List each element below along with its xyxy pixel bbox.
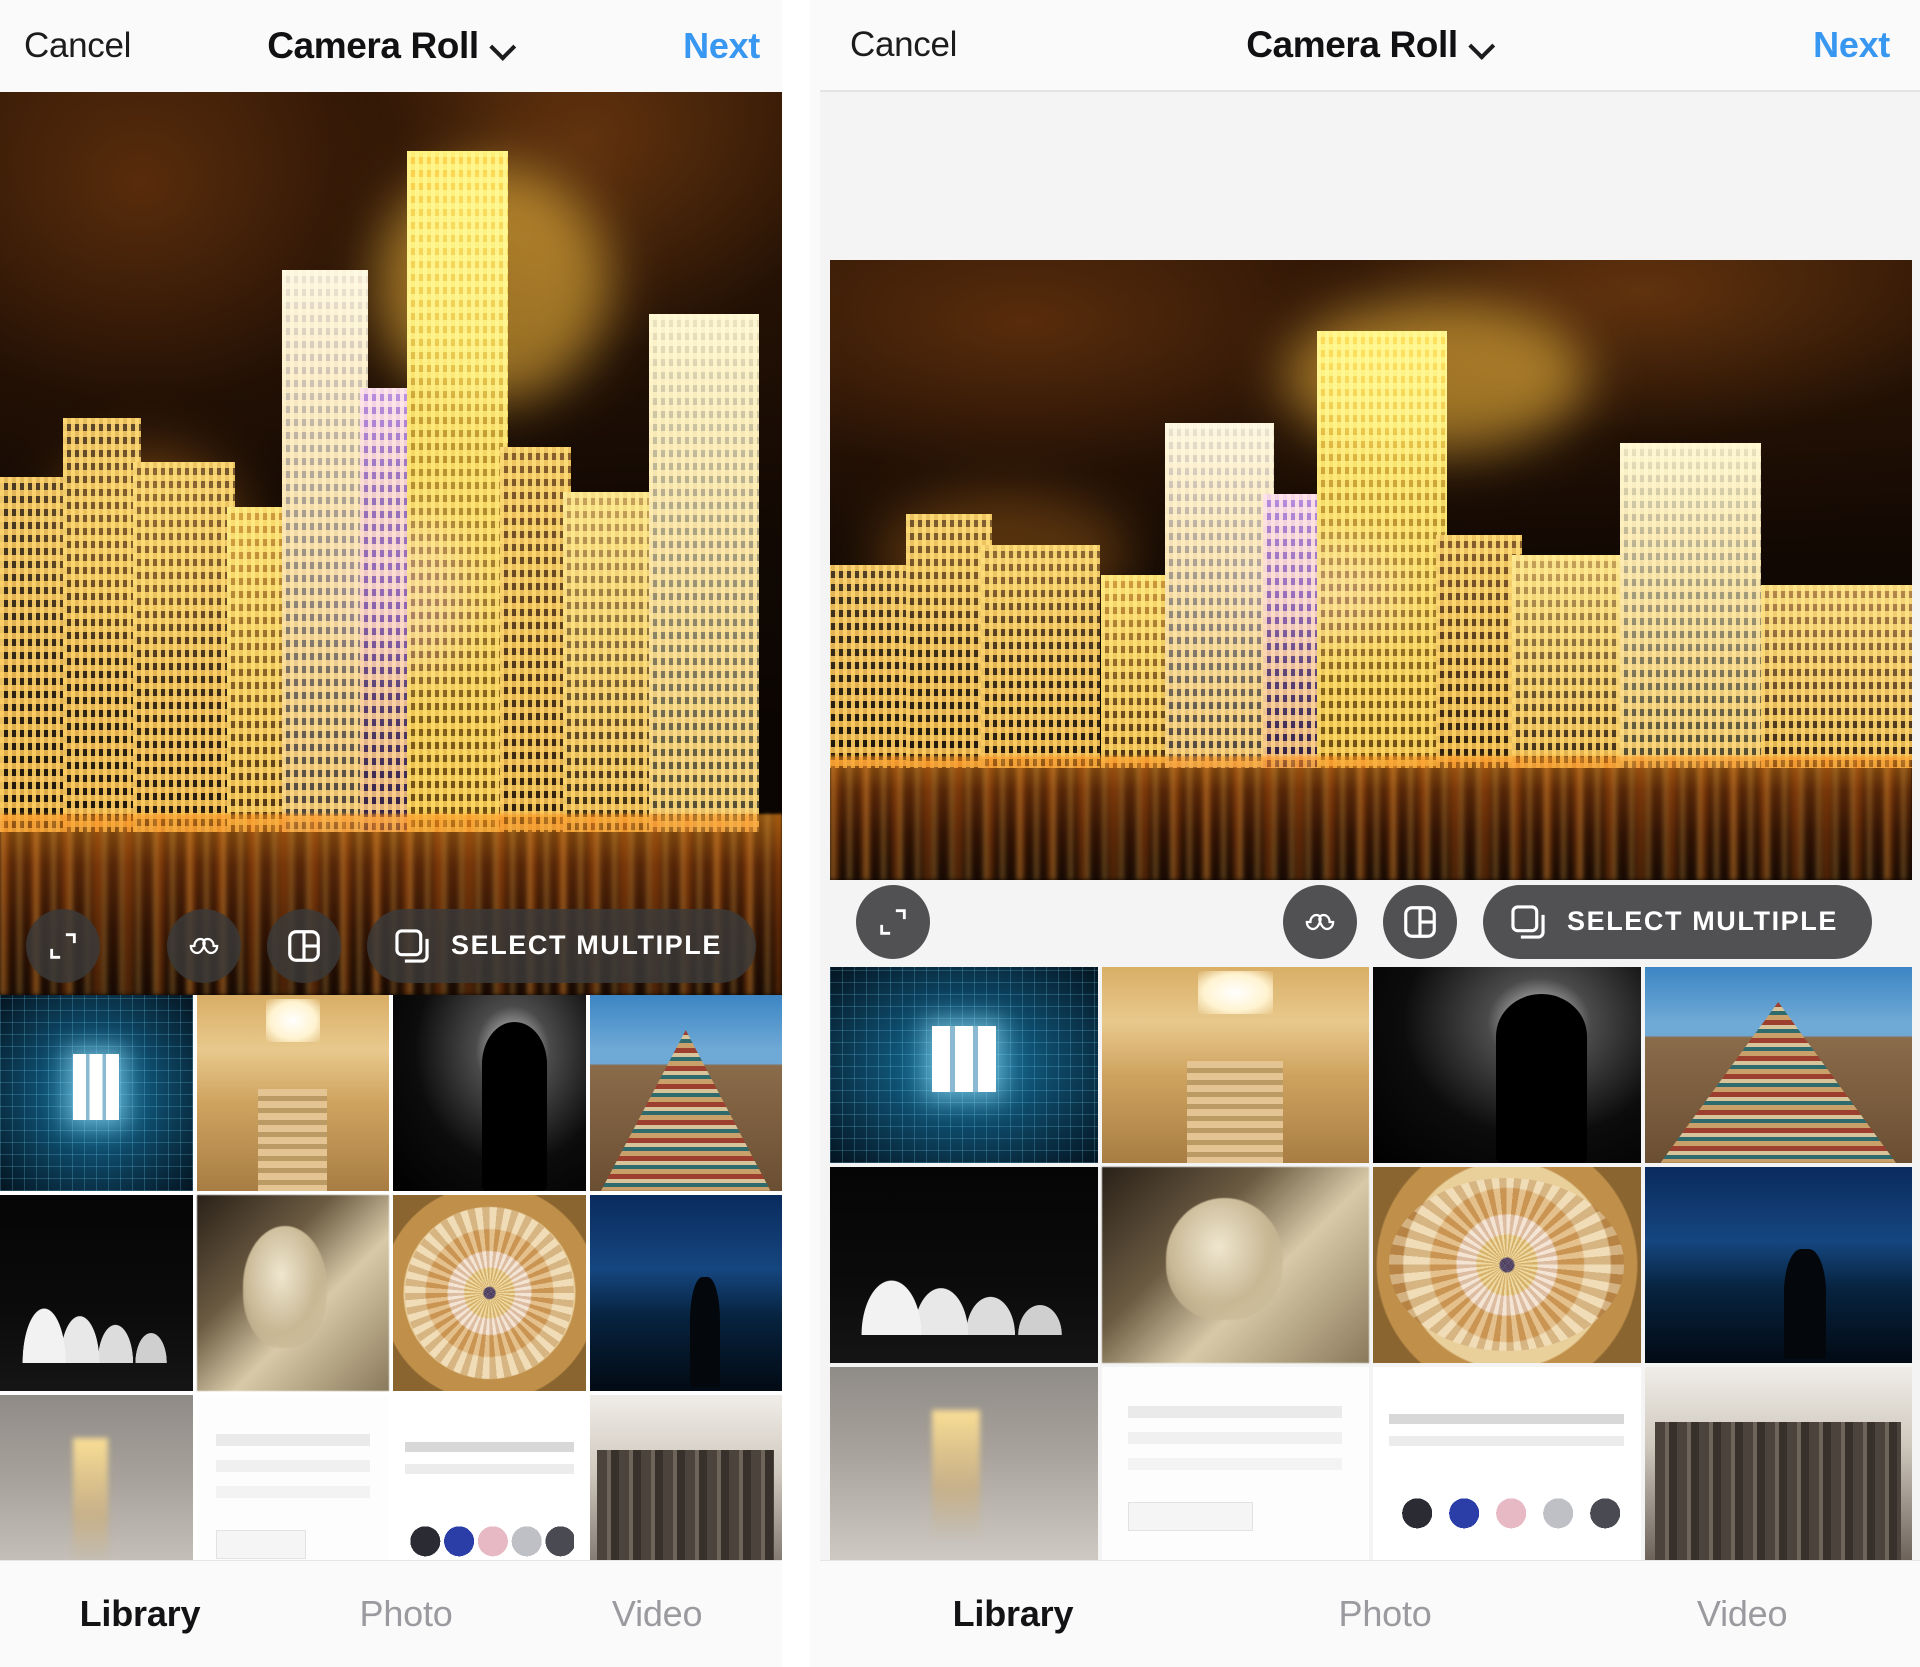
- water-reflection: [830, 756, 1912, 880]
- select-multiple-button[interactable]: SELECT MULTIPLE: [1483, 884, 1872, 959]
- boomerang-button[interactable]: [1283, 884, 1357, 959]
- thumbnail-silhouette[interactable]: [393, 994, 586, 1191]
- thumbnail-palace-stairs[interactable]: [1101, 966, 1369, 1163]
- expand-crop-button[interactable]: [856, 884, 930, 959]
- photo-grid: [0, 994, 782, 1560]
- next-button[interactable]: Next: [683, 25, 760, 67]
- thumbnail-blue-tunnel[interactable]: [0, 994, 193, 1191]
- thumbnail-statue[interactable]: [196, 1194, 389, 1391]
- thumbnail-temple-spire[interactable]: [1644, 966, 1912, 1163]
- thumbnail-dome-ceiling[interactable]: [393, 1194, 586, 1391]
- cancel-button[interactable]: Cancel: [850, 25, 957, 65]
- preview-toolbar: SELECT MULTIPLE: [0, 908, 782, 983]
- tab-photo[interactable]: Photo: [1339, 1593, 1432, 1635]
- album-picker-button[interactable]: Camera Roll: [267, 25, 515, 67]
- screen-left: Cancel Camera Roll Next SELECT MULTIPLE …: [0, 0, 782, 1667]
- navigation-bar: Cancel Camera Roll Next: [0, 0, 782, 92]
- thumbnail-building-rows[interactable]: [589, 1394, 782, 1560]
- screen-right: Cancel Camera Roll Next SELECT MULTIPLE …: [810, 0, 1920, 1667]
- infinity-boomerang-icon: [189, 937, 219, 954]
- layout-grid-icon: [1404, 905, 1436, 938]
- thumbnail-night-skyline[interactable]: [589, 1194, 782, 1391]
- photo-grid-container[interactable]: [820, 966, 1920, 1560]
- copy-stack-icon: [1511, 905, 1545, 939]
- layout-button[interactable]: [1383, 884, 1457, 959]
- page-title: Camera Roll: [267, 25, 479, 66]
- thumbnail-document[interactable]: [196, 1394, 389, 1560]
- select-multiple-label: SELECT MULTIPLE: [451, 930, 722, 961]
- photo-grid: [830, 966, 1912, 1560]
- tab-video[interactable]: Video: [612, 1593, 703, 1635]
- thumbnail-statue[interactable]: [1101, 1166, 1369, 1363]
- thumbnail-foggy-tower[interactable]: [0, 1394, 193, 1560]
- expand-crop-button[interactable]: [26, 908, 100, 983]
- thumbnail-night-skyline[interactable]: [1644, 1166, 1912, 1363]
- thumbnail-instagram-ui[interactable]: [1373, 1366, 1641, 1560]
- infinity-boomerang-icon: [1305, 913, 1335, 930]
- album-picker-button[interactable]: Camera Roll: [1246, 24, 1494, 66]
- preview-area: SELECT MULTIPLE: [820, 92, 1920, 967]
- page-title: Camera Roll: [1246, 24, 1458, 65]
- chevron-down-icon: [491, 36, 515, 60]
- thumbnail-document[interactable]: [1101, 1366, 1369, 1560]
- tab-library[interactable]: Library: [953, 1593, 1074, 1635]
- boomerang-button[interactable]: [167, 908, 241, 983]
- bottom-tab-bar: Library Photo Video: [0, 1560, 782, 1667]
- thumbnail-dome-ceiling[interactable]: [1373, 1166, 1641, 1363]
- thumbnail-building-rows[interactable]: [1644, 1366, 1912, 1560]
- thumbnail-instagram-ui[interactable]: [393, 1394, 586, 1560]
- navigation-bar: Cancel Camera Roll Next: [820, 0, 1920, 92]
- thumbnail-silhouette[interactable]: [1373, 966, 1641, 1163]
- thumbnail-temple-spire[interactable]: [589, 994, 782, 1191]
- city-skyline: [830, 260, 1912, 769]
- chevron-down-icon: [1470, 35, 1494, 59]
- thumbnail-opera-house[interactable]: [830, 1166, 1098, 1363]
- bottom-tab-bar: Library Photo Video: [820, 1560, 1920, 1667]
- expand-crop-icon: [880, 908, 906, 935]
- preview-toolbar: SELECT MULTIPLE: [820, 884, 1920, 959]
- photo-grid-container[interactable]: [0, 994, 782, 1560]
- tab-photo[interactable]: Photo: [360, 1593, 453, 1635]
- select-multiple-button[interactable]: SELECT MULTIPLE: [367, 908, 756, 983]
- cancel-button[interactable]: Cancel: [24, 26, 131, 66]
- comparison-stage: Cancel Camera Roll Next SELECT MULTIPLE …: [0, 0, 1920, 1667]
- thumbnail-foggy-tower[interactable]: [830, 1366, 1098, 1560]
- panel-divider: [782, 0, 810, 1667]
- city-skyline: [0, 92, 782, 833]
- thumbnail-opera-house[interactable]: [0, 1194, 193, 1391]
- layout-button[interactable]: [267, 908, 341, 983]
- copy-stack-icon: [395, 929, 429, 963]
- thumbnail-palace-stairs[interactable]: [196, 994, 389, 1191]
- next-button[interactable]: Next: [1813, 24, 1890, 66]
- tab-video[interactable]: Video: [1697, 1593, 1788, 1635]
- selected-photo-preview[interactable]: [830, 260, 1912, 880]
- layout-grid-icon: [288, 929, 320, 962]
- tab-library[interactable]: Library: [80, 1593, 201, 1635]
- preview-area: SELECT MULTIPLE: [0, 92, 782, 995]
- expand-crop-icon: [50, 933, 76, 959]
- select-multiple-label: SELECT MULTIPLE: [1567, 906, 1838, 937]
- selected-photo-preview[interactable]: SELECT MULTIPLE: [0, 92, 782, 995]
- thumbnail-blue-tunnel[interactable]: [830, 966, 1098, 1163]
